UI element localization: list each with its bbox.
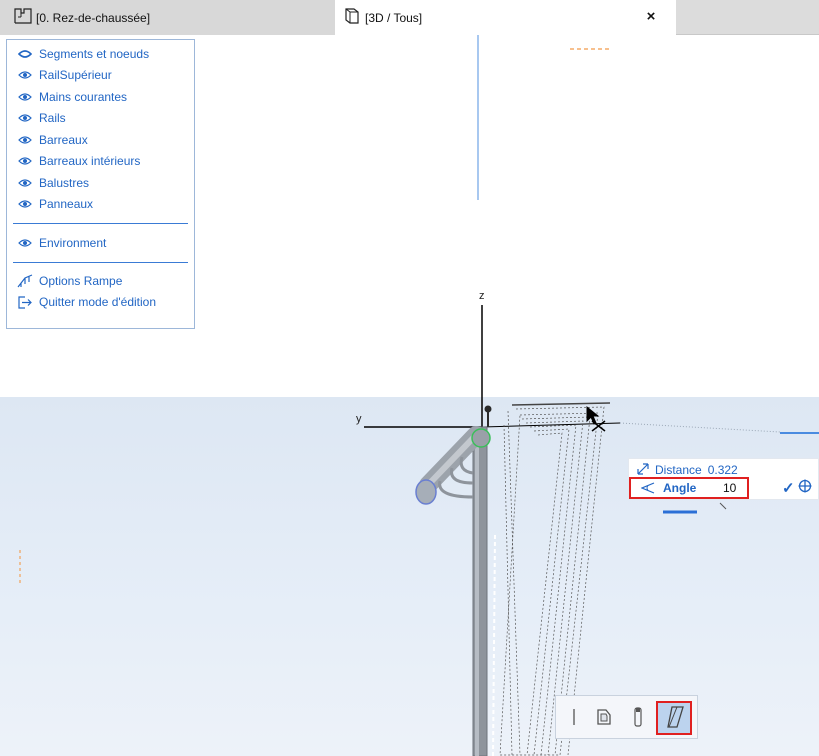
railing-layers-panel: Segments et noeuds RailSupérieur Mains c… xyxy=(6,39,195,329)
slant-icon xyxy=(663,705,685,732)
layer-item-label: Segments et noeuds xyxy=(39,46,150,61)
eye-icon[interactable] xyxy=(17,112,33,124)
options-rampe-label: Options Rampe xyxy=(39,274,123,288)
hinge-icon xyxy=(595,708,613,729)
pet-vertical-line-button[interactable] xyxy=(560,704,588,732)
eye-icon[interactable] xyxy=(17,69,33,81)
mouse-cursor xyxy=(586,405,606,432)
layer-item-label: Balustres xyxy=(39,175,90,190)
layer-item-label: Barreaux intérieurs xyxy=(39,154,141,169)
layer-item-balustres[interactable]: Balustres xyxy=(7,172,194,194)
layer-item-barreaux-interieurs[interactable]: Barreaux intérieurs xyxy=(7,151,194,173)
distance-value[interactable]: 0.322 xyxy=(708,463,738,477)
node-point xyxy=(471,428,491,448)
tab-floor-plan-label: [0. Rez-de-chaussée] xyxy=(36,10,151,25)
panel-divider xyxy=(13,261,188,263)
layer-item-label: Environment xyxy=(39,235,107,250)
tab-floor-plan[interactable]: [0. Rez-de-chaussée] xyxy=(0,0,335,35)
y-axis-label: y xyxy=(356,413,362,425)
3d-viewport[interactable]: z y Segments et noeuds RailSupérieur Mai… xyxy=(0,35,819,756)
pet-slant-button[interactable] xyxy=(656,701,692,735)
pet-hinge-button[interactable] xyxy=(590,704,618,732)
angle-input[interactable]: 10 xyxy=(723,481,745,495)
layer-item-panneaux[interactable]: Panneaux xyxy=(7,194,194,216)
quitter-edition-label: Quitter mode d'édition xyxy=(39,295,157,309)
layer-item-label: Mains courantes xyxy=(39,89,128,104)
post-dashed-line xyxy=(492,534,496,756)
options-rampe-button[interactable]: Options Rampe xyxy=(7,271,194,292)
layer-item-rails[interactable]: Rails xyxy=(7,108,194,130)
eye-solid-icon[interactable] xyxy=(17,48,33,60)
check-icon[interactable]: ✓ xyxy=(782,479,795,497)
crosshair-icon[interactable] xyxy=(798,479,812,497)
vertical-line-icon xyxy=(568,708,580,729)
eye-icon[interactable] xyxy=(17,198,33,210)
panel-divider xyxy=(13,223,188,224)
tracker-confirm[interactable]: ✓ xyxy=(782,477,818,499)
eye-icon[interactable] xyxy=(17,237,33,249)
distance-icon xyxy=(637,462,649,478)
railing-options-icon xyxy=(17,274,33,288)
post-icon xyxy=(632,706,644,731)
pet-palette xyxy=(555,695,698,739)
handrail xyxy=(415,426,485,505)
tracker-panel: Distance 0.322 Angle 10 ✓ xyxy=(628,458,819,500)
close-tab-icon[interactable]: × xyxy=(644,9,658,24)
layer-item-label: Barreaux xyxy=(39,132,88,147)
eye-icon[interactable] xyxy=(17,155,33,167)
window-tab-bar: [0. Rez-de-chaussée] [3D / Tous] × xyxy=(0,0,819,35)
layer-item-barreaux[interactable]: Barreaux xyxy=(7,129,194,151)
eye-icon[interactable] xyxy=(17,91,33,103)
distance-label: Distance xyxy=(655,463,702,477)
far-edge-line xyxy=(619,422,781,433)
tracker-angle-row: Angle 10 xyxy=(629,477,749,499)
quitter-edition-button[interactable]: Quitter mode d'édition xyxy=(7,292,194,313)
eye-icon[interactable] xyxy=(17,177,33,189)
eye-icon[interactable] xyxy=(17,134,33,146)
layer-item-label: Rails xyxy=(39,111,66,126)
angle-icon xyxy=(640,482,655,497)
layer-item-label: RailSupérieur xyxy=(39,68,112,83)
exit-edit-icon xyxy=(17,295,33,309)
z-axis-label: z xyxy=(479,290,485,302)
tab-3d-view[interactable]: [3D / Tous] × xyxy=(335,0,676,35)
tab-3d-view-label: [3D / Tous] xyxy=(365,10,423,25)
floor-plan-icon xyxy=(14,8,32,27)
layer-item-label: Panneaux xyxy=(39,197,94,212)
3d-view-icon xyxy=(343,7,361,28)
layer-item-rail-superieur[interactable]: RailSupérieur xyxy=(7,65,194,87)
pet-post-button[interactable] xyxy=(624,704,652,732)
layer-item-segments-noeuds[interactable]: Segments et noeuds xyxy=(7,43,194,65)
layer-item-environment[interactable]: Environment xyxy=(7,232,194,254)
angle-label: Angle xyxy=(663,481,697,495)
layer-item-mains-courantes[interactable]: Mains courantes xyxy=(7,86,194,108)
